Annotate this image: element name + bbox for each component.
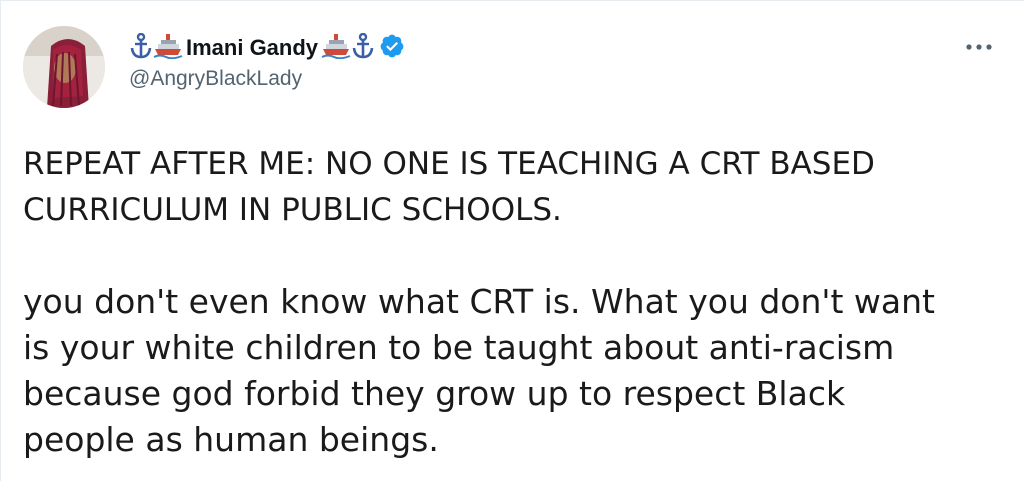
tweet-card: Imani Gandy @AngryBlackLady REPEAT AFTER… <box>0 0 1024 481</box>
avatar[interactable] <box>23 26 105 108</box>
tweet-text: REPEAT AFTER ME: NO ONE IS TEACHING A CR… <box>23 141 1013 463</box>
tweet-header: Imani Gandy @AngryBlackLady <box>129 31 405 91</box>
avatar-photo <box>23 26 105 108</box>
author-display-name[interactable]: Imani Gandy <box>186 35 318 61</box>
tweet-paragraph: you don't even know what CRT is. What yo… <box>23 282 935 459</box>
ship-emoji <box>153 33 183 64</box>
author-name-row[interactable]: Imani Gandy <box>129 31 405 65</box>
ship-emoji <box>321 33 351 64</box>
author-handle[interactable]: @AngryBlackLady <box>129 67 405 91</box>
anchor-emoji <box>351 32 375 64</box>
more-dots-icon[interactable] <box>964 37 994 57</box>
tweet-paragraph: REPEAT AFTER ME: NO ONE IS TEACHING A CR… <box>23 146 875 228</box>
verified-badge-icon <box>379 33 405 64</box>
anchor-emoji <box>129 32 153 64</box>
